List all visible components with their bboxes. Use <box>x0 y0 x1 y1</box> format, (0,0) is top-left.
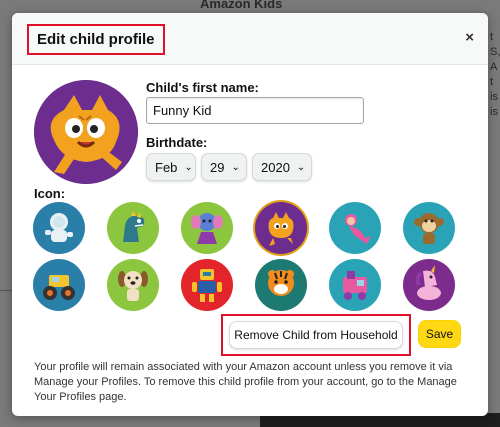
remove-child-highlight: Remove Child from Household <box>221 314 411 356</box>
icon-option-astronaut[interactable] <box>33 202 85 254</box>
first-name-input[interactable] <box>146 97 364 124</box>
icon-option-monkey[interactable] <box>403 202 455 254</box>
icon-grid <box>33 202 463 311</box>
close-button[interactable]: × <box>465 29 474 46</box>
cat-icon <box>34 80 138 184</box>
icon-option-robot[interactable] <box>181 259 233 311</box>
dinosaur-icon <box>123 211 145 242</box>
monster-truck-icon <box>43 275 75 300</box>
modal-title: Edit child profile <box>27 24 165 55</box>
icon-option-puppy[interactable] <box>107 259 159 311</box>
birth-month-select[interactable]: Feb ⌄ <box>146 153 196 181</box>
icon-option-elephant[interactable] <box>181 202 233 254</box>
birth-year-select[interactable]: 2020 ⌄ <box>252 153 312 181</box>
tiger-icon <box>268 270 294 296</box>
chevron-down-icon: ⌄ <box>296 161 306 173</box>
background-page-title: Amazon Kids <box>200 0 283 11</box>
chevron-down-icon: ⌄ <box>184 161 193 173</box>
birth-year-value: 2020 <box>261 159 290 175</box>
save-button[interactable]: Save <box>418 320 461 348</box>
icon-option-cat[interactable] <box>255 202 307 254</box>
chevron-down-icon: ⌄ <box>231 161 240 173</box>
unicorn-icon <box>415 265 441 300</box>
edit-child-profile-modal: Edit child profile × Child's first name:… <box>12 13 488 416</box>
monkey-icon <box>414 213 444 244</box>
astronaut-icon <box>45 213 73 242</box>
icon-option-dinosaur[interactable] <box>107 202 159 254</box>
icon-label: Icon: <box>34 186 66 201</box>
first-name-label: Child's first name: <box>146 80 259 95</box>
mermaid-icon <box>345 214 371 244</box>
robot-icon <box>192 269 222 302</box>
puppy-icon <box>118 271 148 301</box>
background-divider <box>0 290 12 291</box>
birthdate-label: Birthdate: <box>146 135 208 150</box>
birth-day-select[interactable]: 29 ⌄ <box>201 153 247 181</box>
background-side-text: t S, A t is is <box>490 31 500 118</box>
train-icon <box>343 271 367 300</box>
profile-footnote: Your profile will remain associated with… <box>34 361 457 403</box>
elephant-icon <box>191 213 223 244</box>
icon-option-tiger[interactable] <box>255 259 307 311</box>
icon-option-train[interactable] <box>329 259 381 311</box>
profile-avatar <box>34 80 138 184</box>
icon-option-unicorn[interactable] <box>403 259 455 311</box>
modal-header: Edit child profile × <box>12 13 488 65</box>
icon-option-monster-truck[interactable] <box>33 259 85 311</box>
birth-month-value: Feb <box>155 159 178 175</box>
cat-icon <box>268 212 294 246</box>
icon-option-mermaid[interactable] <box>329 202 381 254</box>
remove-child-button[interactable]: Remove Child from Household <box>229 321 403 349</box>
birth-day-value: 29 <box>210 159 225 175</box>
